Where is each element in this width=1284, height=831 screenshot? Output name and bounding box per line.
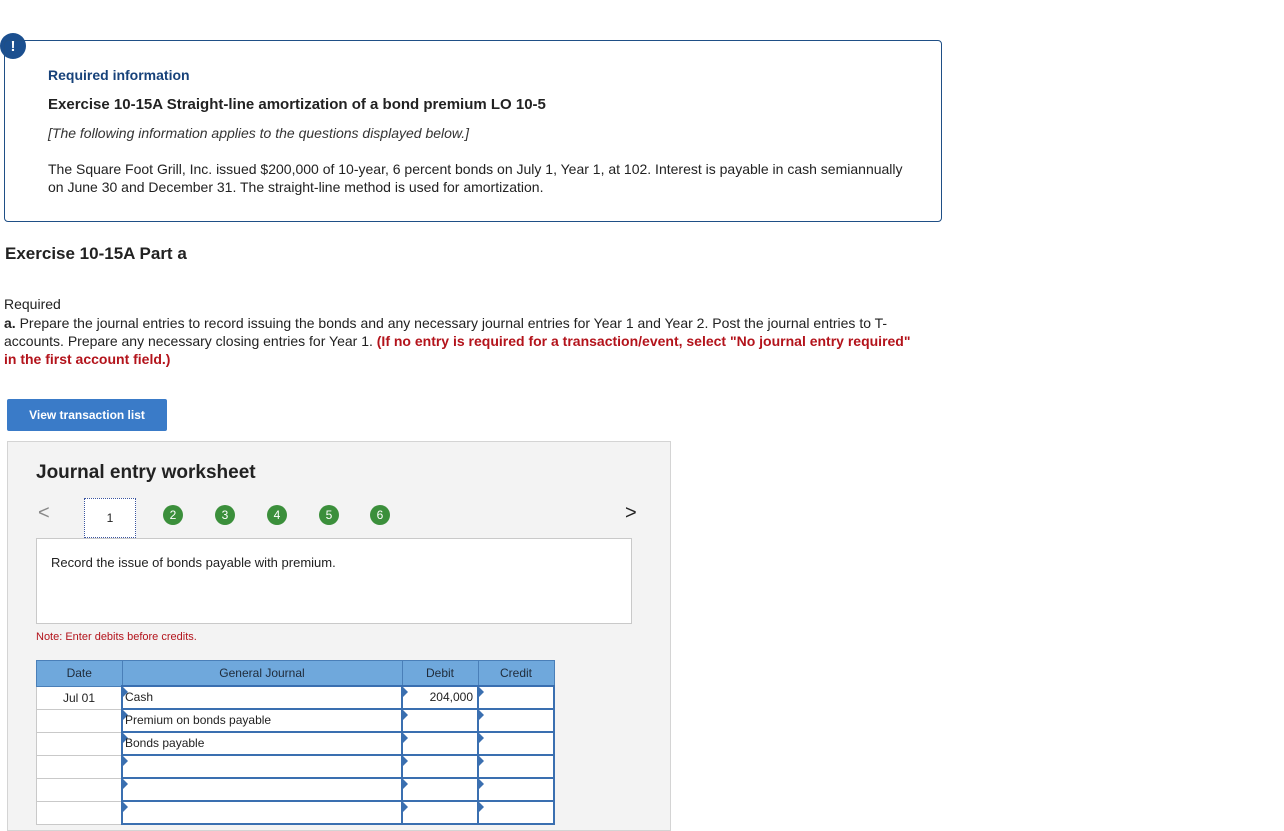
- debit-field[interactable]: [401, 708, 479, 733]
- dropdown-marker-icon: [402, 709, 408, 721]
- table-row: Premium on bonds payable: [36, 708, 555, 733]
- step-2[interactable]: 2: [163, 505, 183, 525]
- dropdown-marker-icon: [402, 732, 408, 744]
- dropdown-marker-icon: [478, 778, 484, 790]
- date-cell: [36, 800, 123, 825]
- table-row: [36, 754, 555, 779]
- part-title: Exercise 10-15A Part a: [5, 244, 187, 263]
- credit-field[interactable]: [477, 754, 555, 779]
- step-3[interactable]: 3: [215, 505, 235, 525]
- instruction-text: Record the issue of bonds payable with p…: [51, 555, 336, 570]
- exercise-description: The Square Foot Grill, Inc. issued $200,…: [48, 161, 903, 195]
- table-row: Jul 01 Cash 204,000: [36, 685, 555, 710]
- worksheet-title: Journal entry worksheet: [36, 462, 256, 483]
- debit-field[interactable]: [401, 754, 479, 779]
- debit-value: 204,000: [429, 690, 473, 704]
- required-information-title: Required information: [48, 67, 190, 83]
- account-field[interactable]: [121, 777, 403, 802]
- credit-field[interactable]: [477, 731, 555, 756]
- debit-field[interactable]: 204,000: [401, 685, 479, 710]
- step-5[interactable]: 5: [319, 505, 339, 525]
- dropdown-marker-icon: [478, 709, 484, 721]
- instruction-box: Record the issue of bonds payable with p…: [36, 538, 632, 624]
- required-information-box: Required information Exercise 10-15A Str…: [4, 40, 942, 222]
- dropdown-marker-icon: [402, 778, 408, 790]
- applies-note: [The following information applies to th…: [48, 125, 470, 141]
- account-value: Cash: [125, 690, 154, 704]
- dropdown-marker-icon: [122, 755, 128, 767]
- required-instructions: a. Prepare the journal entries to record…: [4, 314, 919, 368]
- debit-credit-note: Note: Enter debits before credits.: [36, 631, 197, 643]
- table-row: [36, 800, 555, 825]
- dropdown-marker-icon: [478, 801, 484, 813]
- debit-field[interactable]: [401, 777, 479, 802]
- dropdown-marker-icon: [402, 686, 408, 698]
- date-cell: [36, 754, 123, 779]
- step-1-current[interactable]: 1: [84, 498, 136, 538]
- account-value: Premium on bonds payable: [125, 713, 272, 727]
- dropdown-marker-icon: [478, 755, 484, 767]
- column-credit: Credit: [477, 660, 555, 687]
- general-journal-table: Date General Journal Debit Credit Jul 01…: [36, 660, 555, 825]
- chevron-right-icon[interactable]: >: [625, 502, 637, 525]
- table-row: Bonds payable: [36, 731, 555, 756]
- account-value: Bonds payable: [125, 736, 205, 750]
- credit-field[interactable]: [477, 777, 555, 802]
- required-letter: a.: [4, 315, 16, 331]
- account-field[interactable]: [121, 800, 403, 825]
- date-cell: [36, 777, 123, 802]
- required-heading: Required: [4, 296, 61, 312]
- credit-field[interactable]: [477, 800, 555, 825]
- date-cell: [36, 708, 123, 733]
- column-general-journal: General Journal: [121, 660, 403, 687]
- account-field[interactable]: Cash: [121, 685, 403, 710]
- account-field[interactable]: [121, 754, 403, 779]
- debit-field[interactable]: [401, 800, 479, 825]
- view-transaction-list-button[interactable]: View transaction list: [7, 399, 167, 431]
- debit-field[interactable]: [401, 731, 479, 756]
- column-debit: Debit: [401, 660, 479, 687]
- account-field[interactable]: Bonds payable: [121, 731, 403, 756]
- credit-field[interactable]: [477, 708, 555, 733]
- exercise-title: Exercise 10-15A Straight-line amortizati…: [48, 96, 546, 113]
- date-cell: Jul 01: [36, 685, 123, 710]
- dropdown-marker-icon: [122, 778, 128, 790]
- column-date: Date: [36, 660, 123, 687]
- journal-entry-worksheet: Journal entry worksheet < 1 2 3 4 5 6 > …: [7, 441, 671, 831]
- dropdown-marker-icon: [478, 686, 484, 698]
- credit-field[interactable]: [477, 685, 555, 710]
- chevron-left-icon[interactable]: <: [38, 502, 50, 525]
- dropdown-marker-icon: [402, 801, 408, 813]
- date-cell: [36, 731, 123, 756]
- date-value: Jul 01: [62, 690, 96, 705]
- dropdown-marker-icon: [402, 755, 408, 767]
- dropdown-marker-icon: [478, 732, 484, 744]
- step-6[interactable]: 6: [370, 505, 390, 525]
- step-4[interactable]: 4: [267, 505, 287, 525]
- account-field[interactable]: Premium on bonds payable: [121, 708, 403, 733]
- dropdown-marker-icon: [122, 801, 128, 813]
- table-row: [36, 777, 555, 802]
